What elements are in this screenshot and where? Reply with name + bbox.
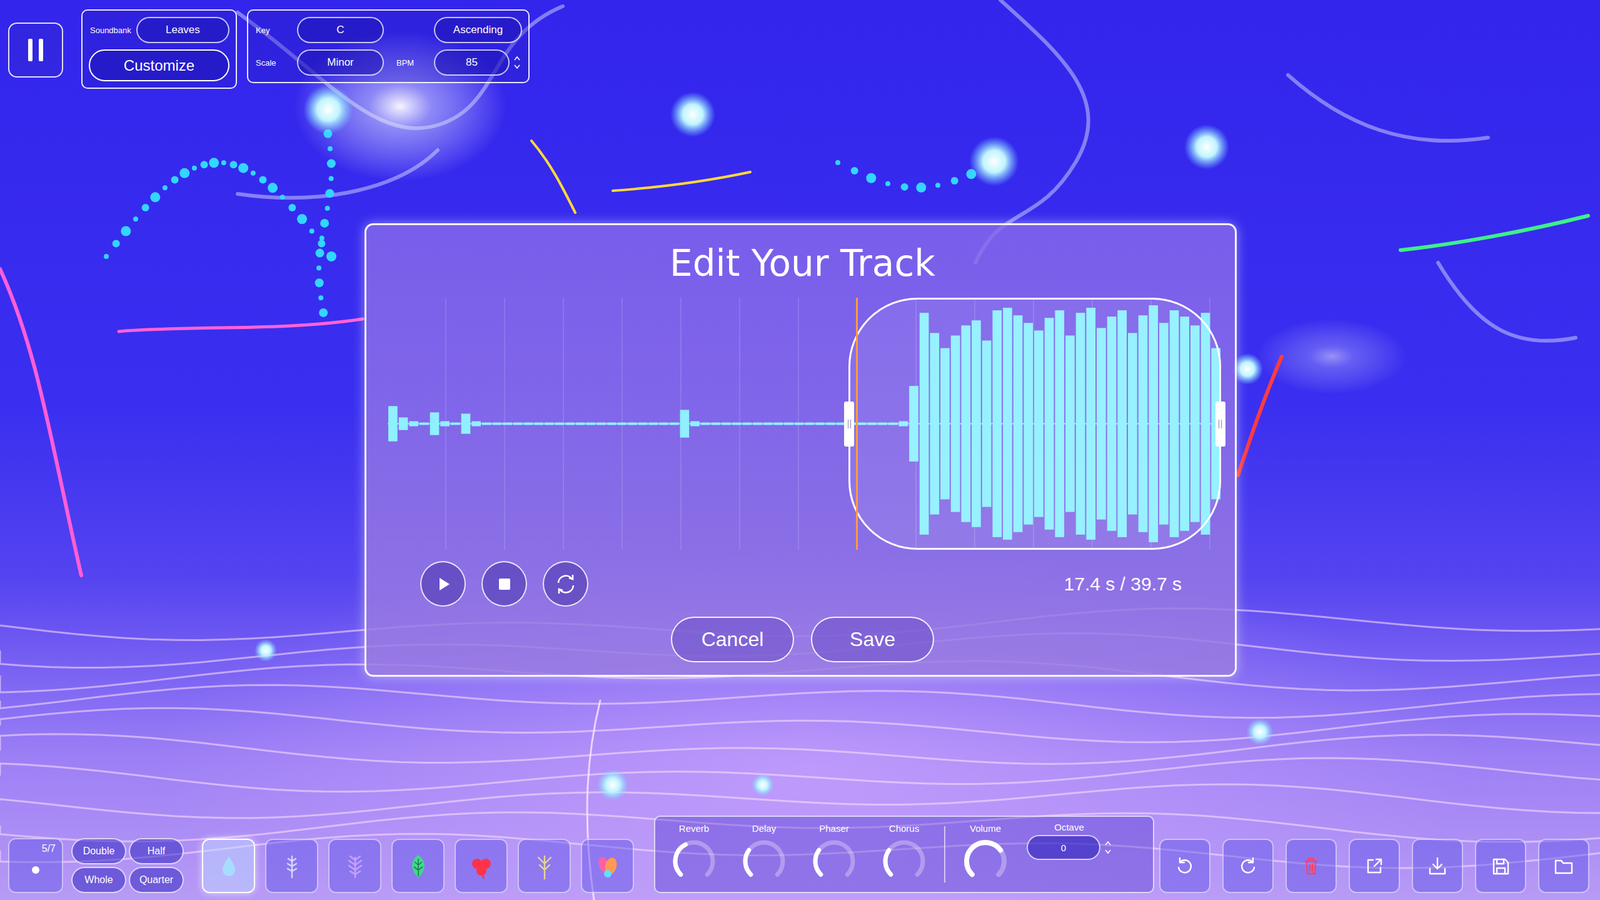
note-length-button[interactable]: Double <box>71 837 127 865</box>
redo-icon <box>1236 854 1260 878</box>
scale-label: Scale <box>254 58 292 68</box>
effect-knob[interactable] <box>669 835 720 886</box>
effect-label: Phaser <box>819 822 850 834</box>
waveform-editor[interactable] <box>387 297 1222 550</box>
effect-knob[interactable] <box>809 835 860 886</box>
bpm-field[interactable]: 85 <box>433 49 510 76</box>
dialog-button[interactable]: Save <box>810 616 935 663</box>
bottom-toolbar: 5/7 DoubleHalfWholeQuarter Reverb Delay … <box>8 815 1590 893</box>
export-icon <box>1363 854 1386 878</box>
undo-button[interactable] <box>1159 838 1211 893</box>
scale-select[interactable]: Minor <box>296 49 384 76</box>
export-button[interactable] <box>1348 838 1400 893</box>
open-icon <box>1552 854 1575 878</box>
soundbank-select[interactable]: Leaves <box>136 16 230 44</box>
bpm-label: BPM <box>388 58 429 68</box>
stop-button[interactable] <box>481 560 528 607</box>
loop-button[interactable] <box>542 560 589 607</box>
leaf-icon <box>404 852 433 880</box>
effect-knob[interactable] <box>879 835 930 886</box>
volume-control: Volume <box>955 822 1016 886</box>
fern-icon <box>341 852 369 880</box>
instrument-button[interactable] <box>328 838 382 893</box>
play-icon <box>433 574 453 594</box>
key-select[interactable]: C <box>296 16 384 44</box>
octave-control: Octave 0 <box>1025 821 1113 860</box>
delete-button[interactable] <box>1285 838 1337 893</box>
download-icon <box>1426 854 1449 878</box>
effect-control: Reverb <box>664 822 725 886</box>
direction-select[interactable]: Ascending <box>433 16 523 44</box>
soundbank-label: Soundbank <box>88 25 132 36</box>
note-dot-icon <box>31 865 40 874</box>
pause-icon <box>23 36 49 64</box>
loop-icon <box>553 571 579 597</box>
game-screen: Soundbank Leaves Customize Key C Ascendi… <box>0 0 1600 900</box>
effects-divider <box>944 825 946 883</box>
instrument-button[interactable] <box>201 838 256 893</box>
sprig-icon <box>278 852 306 880</box>
effect-control: Delay <box>734 822 795 886</box>
bpm-field-group: 85 <box>433 49 523 76</box>
mixed-icon <box>593 852 622 880</box>
octave-field[interactable]: 0 <box>1026 834 1101 860</box>
spinner-arrows-icon[interactable] <box>513 54 521 71</box>
effect-label: Reverb <box>679 822 710 834</box>
instrument-button[interactable] <box>454 838 508 893</box>
dialog-title: Edit Your Track <box>387 241 1218 286</box>
note-count[interactable]: 5/7 <box>8 837 64 893</box>
instrument-button[interactable] <box>580 838 634 893</box>
download-button[interactable] <box>1411 838 1464 893</box>
instrument-button[interactable] <box>517 838 571 893</box>
soundbank-panel: Soundbank Leaves Customize <box>81 9 237 89</box>
effects-panel: Reverb Delay Phaser Chorus Volume Octave… <box>654 815 1155 893</box>
open-button[interactable] <box>1538 838 1590 893</box>
selection-start-handle[interactable] <box>844 401 855 447</box>
volume-knob[interactable] <box>960 835 1011 886</box>
note-length-button[interactable]: Quarter <box>128 866 184 893</box>
clover-icon <box>467 852 496 880</box>
top-bar: Soundbank Leaves Customize Key C Ascendi… <box>8 9 1590 89</box>
note-count-text: 5/7 <box>41 842 56 855</box>
save-button[interactable] <box>1474 838 1527 893</box>
twig-icon <box>530 852 559 880</box>
effect-knob[interactable] <box>739 835 790 886</box>
drop-icon <box>215 852 243 880</box>
selection-end-handle[interactable] <box>1215 401 1226 447</box>
playback-controls: 17.4 s / 39.7 s <box>387 560 1218 607</box>
instrument-button[interactable] <box>391 838 445 893</box>
volume-label: Volume <box>969 822 1002 834</box>
instrument-button[interactable] <box>265 838 319 893</box>
customize-button[interactable]: Customize <box>88 49 230 82</box>
effect-control: Phaser <box>804 822 865 886</box>
spinner-arrows-icon[interactable] <box>1104 839 1112 856</box>
action-bar <box>1159 838 1590 893</box>
delete-icon <box>1299 854 1323 878</box>
note-length-button[interactable]: Half <box>128 837 184 865</box>
octave-label: Octave <box>1054 821 1085 833</box>
music-settings-panel: Key C Ascending Scale Minor BPM 85 <box>246 9 530 84</box>
stop-icon <box>495 574 514 594</box>
playhead[interactable] <box>855 297 858 550</box>
effect-control: Chorus <box>874 822 935 886</box>
note-length-button[interactable]: Whole <box>71 866 127 893</box>
redo-button[interactable] <box>1222 838 1274 893</box>
effect-label: Chorus <box>889 822 920 834</box>
dialog-button[interactable]: Cancel <box>670 616 795 663</box>
edit-track-dialog: Edit Your Track 17.4 s / 39.7 s Cancel Sa… <box>364 223 1237 677</box>
note-length-options: DoubleHalfWholeQuarter <box>71 837 184 893</box>
save-icon <box>1489 854 1512 878</box>
selection-region[interactable] <box>848 297 1222 550</box>
key-label: Key <box>254 25 292 36</box>
dialog-buttons: Cancel Save <box>387 616 1218 663</box>
undo-icon <box>1173 854 1197 878</box>
track-time: 17.4 s / 39.7 s <box>1064 573 1182 595</box>
play-button[interactable] <box>420 560 466 607</box>
effect-label: Delay <box>752 822 776 834</box>
pause-button[interactable] <box>8 22 64 78</box>
instrument-bar <box>201 838 634 893</box>
